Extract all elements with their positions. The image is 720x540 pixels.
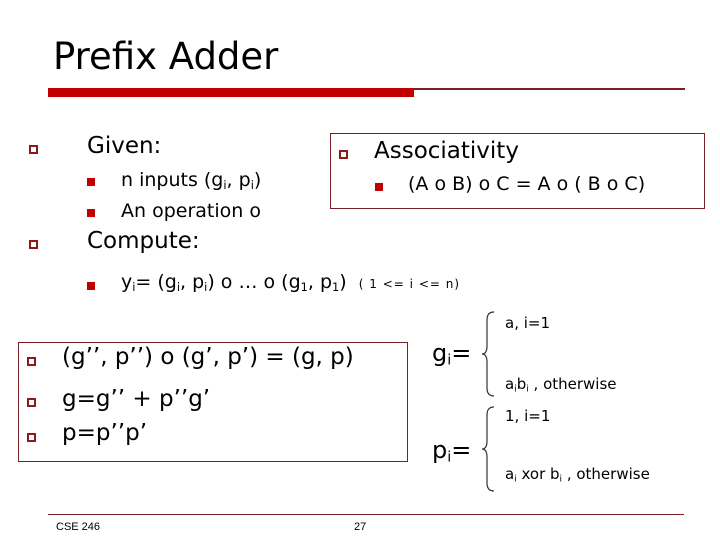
left-curly-brace-icon bbox=[481, 406, 495, 492]
rule-g: g=g’’ + p’’g’ bbox=[62, 386, 211, 412]
title-underline-rule bbox=[414, 88, 685, 90]
g-case-general: aibi , otherwise bbox=[505, 375, 617, 395]
title-underline-accent bbox=[48, 88, 414, 97]
associativity-rule: (A o B) o C = A o ( B o C) bbox=[408, 173, 646, 195]
p-definition-lhs: pi= bbox=[432, 436, 472, 466]
footer-course: CSE 246 bbox=[56, 521, 101, 533]
g-definition-lhs: gi= bbox=[432, 339, 472, 369]
hollow-square-icon bbox=[27, 433, 36, 442]
associativity-heading: Associativity bbox=[374, 138, 519, 164]
solid-square-icon bbox=[375, 183, 383, 191]
hollow-square-icon bbox=[339, 150, 348, 159]
footer-page-number: 27 bbox=[354, 521, 367, 533]
solid-square-icon bbox=[87, 282, 95, 290]
solid-square-icon bbox=[87, 209, 95, 217]
hollow-square-icon bbox=[29, 240, 38, 249]
hollow-square-icon bbox=[27, 398, 36, 407]
p-case-general: ai xor bi , otherwise bbox=[505, 465, 650, 485]
g-case-base: a, i=1 bbox=[505, 314, 551, 332]
footer-rule bbox=[48, 514, 684, 515]
given-item-inputs: n inputs (gi, pi) bbox=[121, 169, 262, 192]
compute-heading: Compute: bbox=[87, 228, 200, 254]
given-item-operation: An operation o bbox=[121, 200, 261, 222]
index-range: ( 1 <= i <= n) bbox=[358, 277, 461, 291]
compute-formula: yi= (gi, pi) o … o (g1, p1) ( 1 <= i <= … bbox=[121, 271, 461, 294]
hollow-square-icon bbox=[29, 145, 38, 154]
solid-square-icon bbox=[87, 178, 95, 186]
left-curly-brace-icon bbox=[481, 311, 495, 397]
hollow-square-icon bbox=[27, 357, 36, 366]
slide-title: Prefix Adder bbox=[53, 35, 279, 78]
rule-combine: (g’’, p’’) o (g’, p’) = (g, p) bbox=[62, 344, 354, 370]
rule-p: p=p’’p’ bbox=[62, 420, 148, 446]
p-case-base: 1, i=1 bbox=[505, 407, 551, 425]
given-heading: Given: bbox=[87, 133, 162, 159]
